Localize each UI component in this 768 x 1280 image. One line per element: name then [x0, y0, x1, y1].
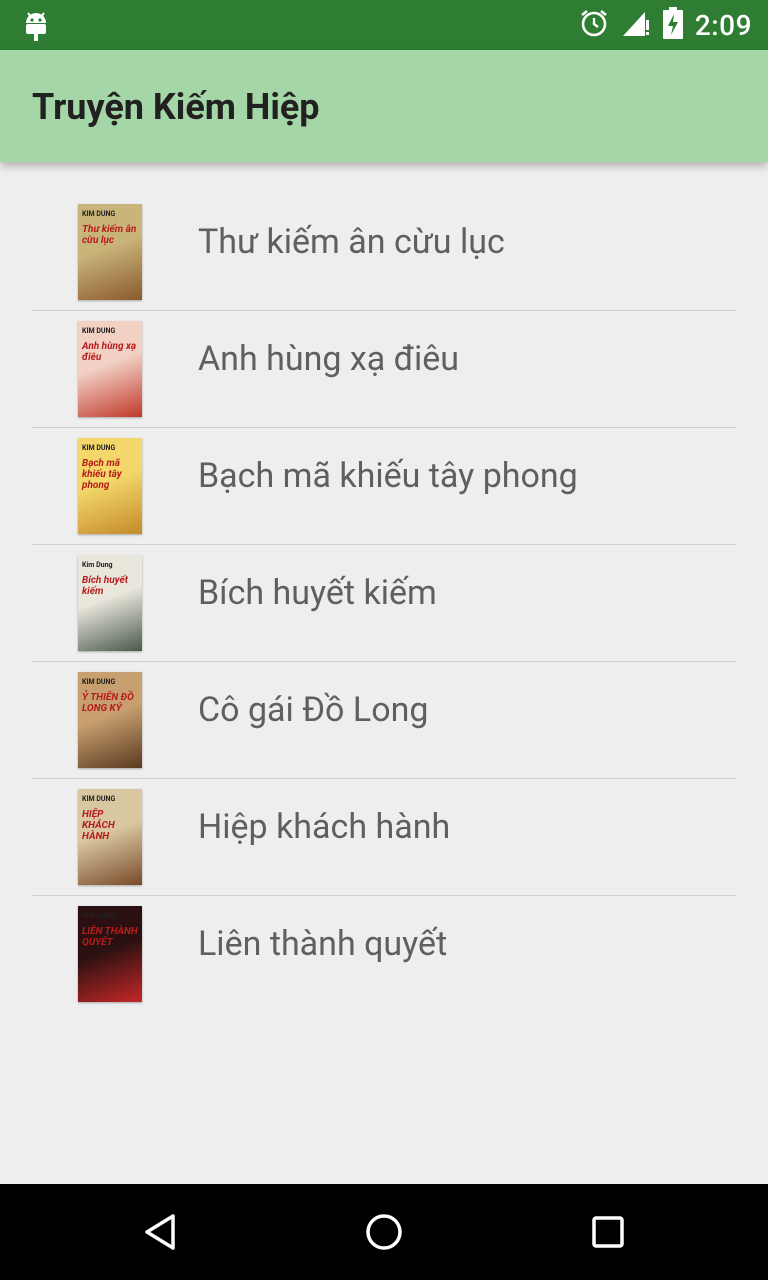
book-list-item[interactable]: KIM DUNG HIỆP KHÁCH HÀNH Hiệp khách hành	[32, 779, 736, 896]
book-title: Hiệp khách hành	[198, 807, 451, 847]
book-title: Thư kiếm ân cừu lục	[198, 222, 505, 262]
book-title: Bích huyết kiếm	[198, 573, 437, 613]
book-title: Bạch mã khiếu tây phong	[198, 456, 578, 496]
book-cover-image: Kim Dung Bích huyết kiếm	[78, 555, 142, 651]
book-cover-image: KIM DUNG HIỆP KHÁCH HÀNH	[78, 789, 142, 885]
book-list-item[interactable]: Kim Dung Bích huyết kiếm Bích huyết kiếm	[32, 545, 736, 662]
book-cover-image: KIM DUNG LIÊN THÀNH QUYẾT	[78, 906, 142, 1002]
status-bar: 2:09	[0, 0, 768, 50]
book-list-item[interactable]: KIM DUNG Bạch mã khiếu tây phong Bạch mã…	[32, 428, 736, 545]
battery-charging-icon	[651, 7, 683, 43]
status-time: 2:09	[694, 8, 752, 42]
home-icon[interactable]	[364, 1212, 404, 1256]
book-cover-image: KIM DUNG Anh hùng xạ điêu	[78, 321, 142, 417]
back-icon[interactable]	[140, 1212, 180, 1256]
book-list: KIM DUNG Thư kiếm ân cừu lục Thư kiếm ân…	[32, 194, 736, 1012]
android-icon	[22, 9, 50, 45]
book-list-item[interactable]: KIM DUNG Ỷ THIÊN ĐỒ LONG KÝ Cô gái Đồ Lo…	[32, 662, 736, 779]
navigation-bar	[0, 1184, 768, 1280]
book-list-item[interactable]: KIM DUNG LIÊN THÀNH QUYẾT Liên thành quy…	[32, 896, 736, 1012]
app-bar: Truyện Kiếm Hiệp	[0, 50, 768, 162]
book-title: Anh hùng xạ điêu	[198, 339, 460, 379]
book-list-item[interactable]: KIM DUNG Anh hùng xạ điêu Anh hùng xạ đi…	[32, 311, 736, 428]
book-list-item[interactable]: KIM DUNG Thư kiếm ân cừu lục Thư kiếm ân…	[32, 194, 736, 311]
book-title: Cô gái Đồ Long	[198, 690, 429, 730]
app-title: Truyện Kiếm Hiệp	[32, 86, 320, 128]
alarm-icon	[567, 8, 609, 42]
recents-icon[interactable]	[588, 1212, 628, 1256]
book-cover-image: KIM DUNG Ỷ THIÊN ĐỒ LONG KÝ	[78, 672, 142, 768]
book-cover-image: KIM DUNG Bạch mã khiếu tây phong	[78, 438, 142, 534]
signal-icon	[609, 8, 651, 42]
book-cover-image: KIM DUNG Thư kiếm ân cừu lục	[78, 204, 142, 300]
book-title: Liên thành quyết	[198, 924, 448, 964]
